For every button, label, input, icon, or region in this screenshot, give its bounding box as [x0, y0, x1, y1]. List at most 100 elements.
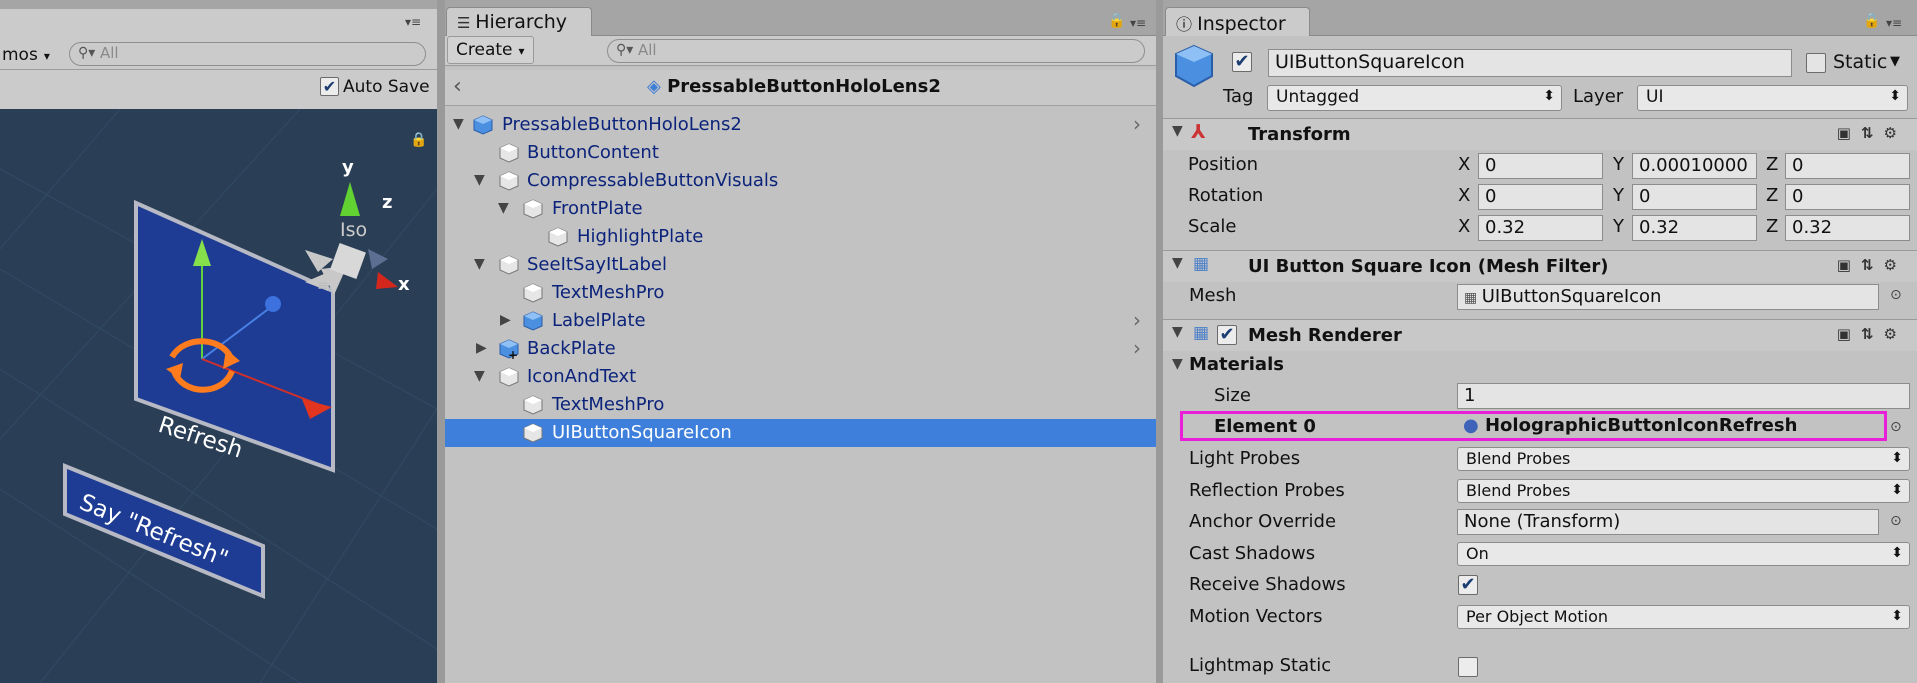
materials-size-field[interactable]: 1 [1457, 383, 1910, 409]
scene-viewport[interactable]: y z x 🔒 ≡ Refresh Say "Refresh" Iso [0, 108, 437, 683]
hierarchy-search-input[interactable]: ⚲▾ All [607, 39, 1145, 63]
object-name-field[interactable]: UIButtonSquareIcon [1268, 49, 1792, 77]
back-arrow-icon[interactable]: ‹ [453, 74, 462, 99]
create-dropdown[interactable]: Create [447, 36, 534, 64]
hier-item-buttoncontent[interactable]: ButtonContent [445, 139, 1156, 167]
hier-item-root[interactable]: ▼ PressableButtonHoloLens2 › [445, 111, 1156, 139]
prefab-title-text: PressableButtonHoloLens2 [667, 76, 941, 97]
hier-item-labelplate[interactable]: ▶ LabelPlate › [445, 307, 1156, 335]
transform-header[interactable]: ▼ ⅄ Transform ▣⇅⚙ [1163, 118, 1917, 150]
gameobject-cube-icon [523, 423, 543, 443]
object-picker-icon[interactable]: ⊙ [1890, 419, 1902, 435]
hier-item-highlightplate[interactable]: HighlightPlate [445, 223, 1156, 251]
collapse-triangle-icon[interactable]: ▶ [500, 312, 511, 328]
position-row: Position X 0 Y 0.00010000 Z 0 [1163, 151, 1917, 181]
active-checkbox[interactable]: ✔ [1232, 52, 1252, 72]
x-label: X [1458, 154, 1471, 175]
gameobject-cube-icon [523, 199, 543, 219]
scene-panel: ▾≡ mos ⚲▾ All ✔ Auto Save [0, 0, 437, 683]
collapse-triangle-icon[interactable]: ▶ [476, 340, 487, 356]
position-x-field[interactable]: 0 [1478, 153, 1603, 179]
gameobject-cube-icon [523, 283, 543, 303]
static-checkbox[interactable] [1806, 53, 1826, 73]
position-y-field[interactable]: 0.00010000 [1632, 153, 1757, 179]
object-picker-icon[interactable]: ⊙ [1890, 513, 1902, 529]
panel-splitter[interactable] [437, 0, 445, 683]
hier-item-seeitsayit[interactable]: ▼ SeeItSayItLabel [445, 251, 1156, 279]
hier-item-iconandtext[interactable]: ▼ IconAndText [445, 363, 1156, 391]
cast-shadows-dropdown[interactable]: On [1457, 542, 1910, 566]
tab-inspector[interactable]: ⓘ Inspector [1165, 7, 1310, 36]
expand-triangle-icon[interactable]: ▼ [474, 256, 485, 272]
hier-item-frontplate[interactable]: ▼ FrontPlate [445, 195, 1156, 223]
hier-item-compressable[interactable]: ▼ CompressableButtonVisuals [445, 167, 1156, 195]
panel-splitter[interactable] [1156, 0, 1163, 683]
expand-triangle-icon[interactable]: ▼ [1172, 356, 1183, 372]
rotation-x-field[interactable]: 0 [1478, 184, 1603, 210]
lightmap-static-checkbox[interactable] [1458, 657, 1478, 677]
hier-item-backplate[interactable]: ▶ + BackPlate › [445, 335, 1156, 363]
pane-menu-icon[interactable]: ▾≡ [405, 15, 421, 29]
anchor-override-field[interactable]: None (Transform) [1457, 509, 1879, 535]
hier-item-uibuttonsquareicon[interactable]: UIButtonSquareIcon [445, 419, 1156, 447]
hier-item-label: TextMeshPro [552, 394, 665, 415]
component-header-icons[interactable]: ▣⇅⚙ [1837, 124, 1907, 142]
chevron-right-icon[interactable]: › [1133, 112, 1141, 136]
element0-row: Element 0 ● HolographicButtonIconRefresh… [1163, 412, 1917, 442]
object-picker-icon[interactable]: ⊙ [1890, 287, 1902, 303]
component-header-icons[interactable]: ▣⇅⚙ [1837, 256, 1907, 274]
collapse-triangle-icon[interactable]: ▼ [1172, 123, 1183, 139]
lock-icon[interactable]: 🔒 [1863, 13, 1880, 29]
mesh-renderer-enabled-checkbox[interactable]: ✔ [1217, 325, 1237, 345]
mesh-object-field[interactable]: ▦ UIButtonSquareIcon [1457, 284, 1879, 310]
transform-title: Transform [1248, 124, 1351, 145]
iso-label[interactable]: Iso [340, 219, 367, 241]
mesh-row: Mesh ▦ UIButtonSquareIcon ⊙ [1163, 282, 1917, 312]
collapse-triangle-icon[interactable]: ▼ [1172, 255, 1183, 271]
prefab-cube-icon: ◈ [647, 76, 668, 97]
expand-triangle-icon[interactable]: ▼ [453, 116, 464, 132]
hier-item-label: TextMeshPro [552, 282, 665, 303]
component-header-icons[interactable]: ▣⇅⚙ [1837, 325, 1907, 343]
rotation-z-field[interactable]: 0 [1785, 184, 1910, 210]
rotation-y-field[interactable]: 0 [1632, 184, 1757, 210]
gizmos-dropdown[interactable]: mos [0, 40, 56, 70]
mesh-renderer-header[interactable]: ▼ ▦ ✔ Mesh Renderer ▣⇅⚙ [1163, 319, 1917, 351]
auto-save-checkbox[interactable]: ✔ [320, 77, 339, 96]
x-label: X [1458, 216, 1471, 237]
cast-shadows-label: Cast Shadows [1189, 543, 1316, 564]
scale-z-field[interactable]: 0.32 [1785, 215, 1910, 241]
scene-search-input[interactable]: ⚲▾ All [69, 42, 426, 66]
position-z-field[interactable]: 0 [1785, 153, 1910, 179]
layer-dropdown[interactable]: UI [1637, 85, 1908, 111]
static-dropdown-icon[interactable]: ▼ [1890, 54, 1900, 69]
hier-item-textmeshpro-1[interactable]: TextMeshPro [445, 279, 1156, 307]
tab-hierarchy[interactable]: ☰ Hierarchy [446, 7, 592, 36]
motion-vectors-dropdown[interactable]: Per Object Motion [1457, 605, 1910, 629]
hierarchy-search-placeholder: All [638, 41, 657, 59]
chevron-right-icon[interactable]: › [1133, 308, 1141, 332]
reflection-probes-dropdown[interactable]: Blend Probes [1457, 479, 1910, 503]
gameobject-cube-icon [499, 143, 519, 163]
pane-menu-icon[interactable]: ▾≡ [1130, 16, 1146, 30]
lock-icon[interactable]: 🔒 [1108, 13, 1125, 29]
chevron-right-icon[interactable]: › [1133, 336, 1141, 360]
mesh-filter-header[interactable]: ▼ ▦ UI Button Square Icon (Mesh Filter) … [1163, 250, 1917, 282]
expand-triangle-icon[interactable]: ▼ [474, 368, 485, 384]
tag-dropdown[interactable]: Untagged [1267, 85, 1562, 111]
svg-text:z: z [382, 192, 392, 213]
scale-row: Scale X 0.32 Y 0.32 Z 0.32 [1163, 213, 1917, 243]
scale-x-field[interactable]: 0.32 [1478, 215, 1603, 241]
light-probes-dropdown[interactable]: Blend Probes [1457, 447, 1910, 471]
hier-item-textmeshpro-2[interactable]: TextMeshPro [445, 391, 1156, 419]
materials-row[interactable]: ▼ Materials [1163, 351, 1917, 379]
expand-triangle-icon[interactable]: ▼ [474, 172, 485, 188]
mesh-grid-icon: ▦ [1464, 290, 1482, 306]
scale-y-field[interactable]: 0.32 [1632, 215, 1757, 241]
pane-menu-icon[interactable]: ▾≡ [1886, 16, 1902, 30]
collapse-triangle-icon[interactable]: ▼ [1172, 324, 1183, 340]
expand-triangle-icon[interactable]: ▼ [498, 200, 509, 216]
receive-shadows-checkbox[interactable]: ✔ [1458, 575, 1478, 595]
element0-material-field[interactable]: ● HolographicButtonIconRefresh [1459, 415, 1877, 439]
reflection-probes-row: Reflection Probes Blend Probes [1163, 476, 1917, 506]
